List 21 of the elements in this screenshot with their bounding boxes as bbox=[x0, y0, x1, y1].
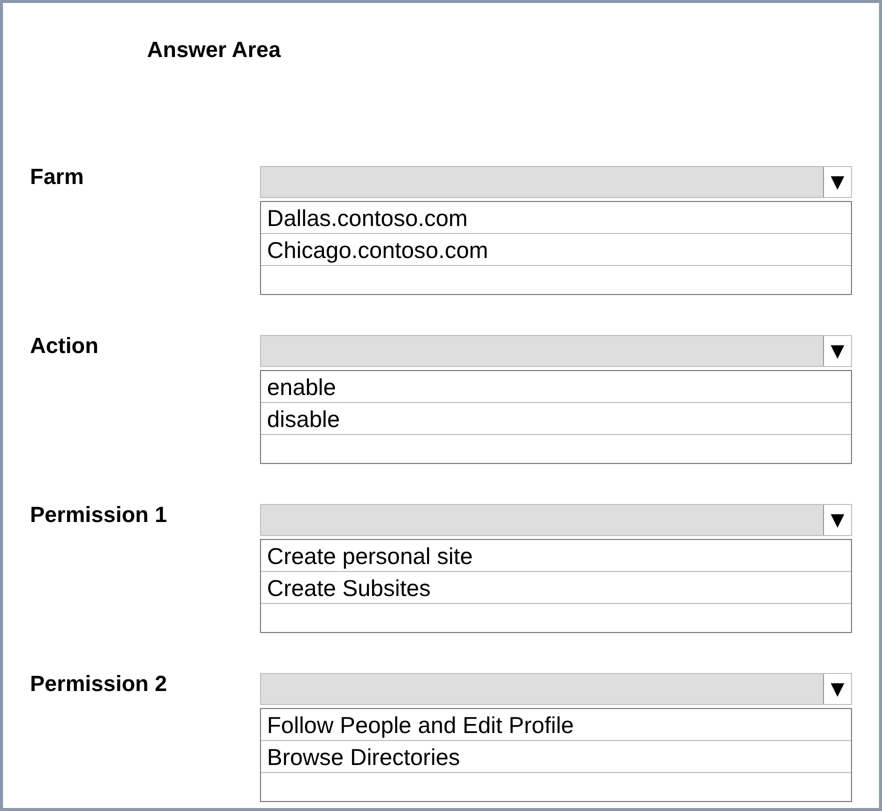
dropdown-header[interactable] bbox=[260, 335, 852, 367]
field-label: Permission 2 bbox=[30, 670, 168, 698]
dropdown-header[interactable] bbox=[260, 504, 852, 536]
caret-icon bbox=[823, 674, 851, 704]
dropdown-option[interactable]: Follow People and Edit Profile bbox=[261, 709, 851, 741]
field-label: Action bbox=[30, 332, 100, 360]
caret-icon bbox=[823, 505, 851, 535]
answer-area-title: Answer Area bbox=[147, 36, 282, 64]
dropdown-option[interactable]: Dallas.contoso.com bbox=[261, 202, 851, 234]
caret-icon bbox=[823, 167, 851, 197]
dropdown-option[interactable]: enable bbox=[261, 371, 851, 403]
dropdown-option[interactable]: Create personal site bbox=[261, 540, 851, 572]
field-label: Farm bbox=[30, 163, 85, 191]
dropdown-option[interactable]: Browse Directories bbox=[261, 741, 851, 773]
dropdown-header[interactable] bbox=[260, 673, 852, 705]
caret-icon bbox=[823, 336, 851, 366]
dropdown-option[interactable]: Create Subsites bbox=[261, 572, 851, 604]
dropdown-header[interactable] bbox=[260, 166, 852, 198]
dropdown-option[interactable]: disable bbox=[261, 403, 851, 435]
field-label: Permission 1 bbox=[30, 501, 168, 529]
dropdown-option[interactable]: Chicago.contoso.com bbox=[261, 234, 851, 266]
